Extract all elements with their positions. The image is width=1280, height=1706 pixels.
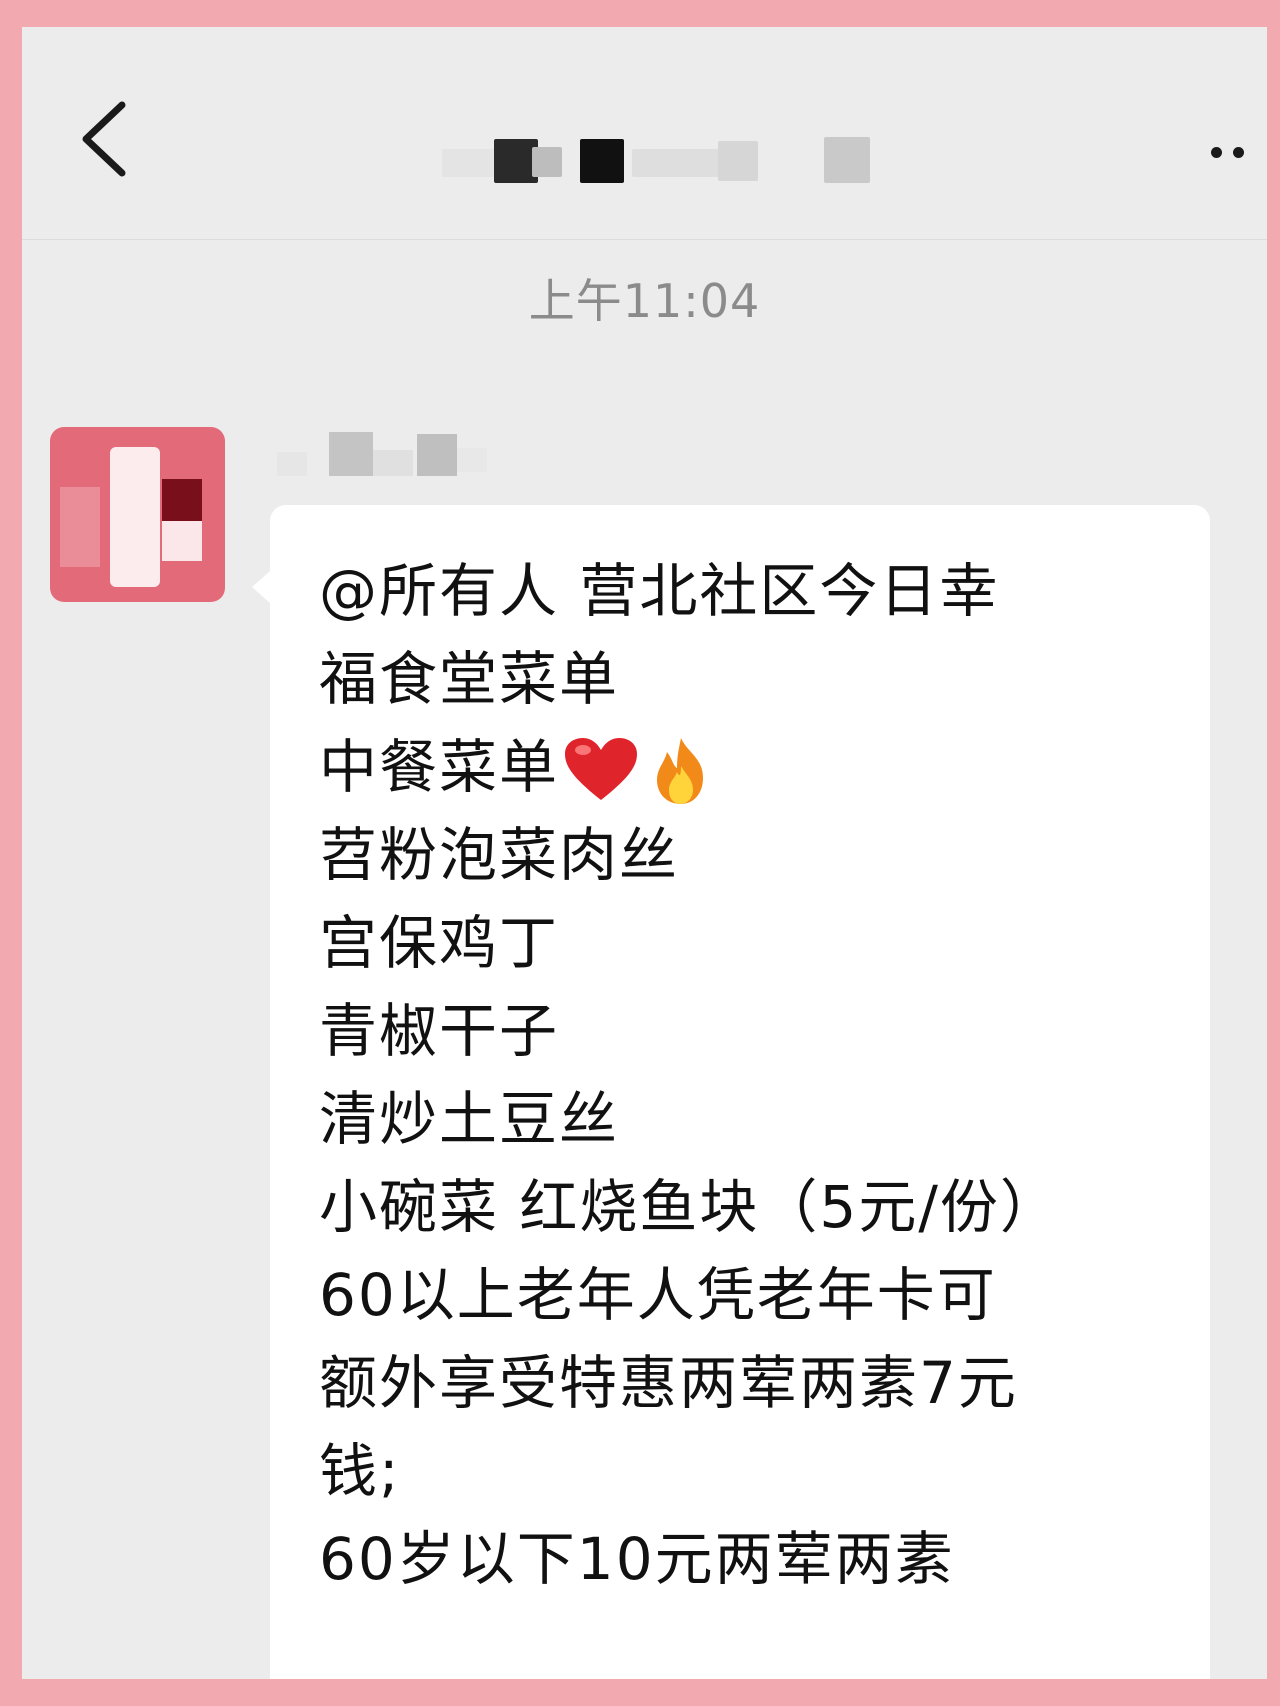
sender-avatar[interactable]	[50, 427, 225, 602]
message-timestamp: 上午11:04	[528, 274, 761, 328]
chat-title-redacted	[442, 119, 952, 199]
message-line: @所有人 营北社区今日幸	[319, 557, 1000, 625]
message-line-with-emoji: 中餐菜单	[319, 723, 719, 811]
message-line-text: 中餐菜单	[319, 733, 560, 801]
message-line: 清炒土豆丝	[319, 1085, 620, 1153]
message-line: 60以上老年人凭老年卡可	[319, 1261, 997, 1329]
message-line: 额外享受特惠两荤两素7元	[319, 1349, 1018, 1417]
message-line: 宫保鸡丁	[319, 909, 560, 977]
chat-screen: 上午11:04 @所有人 营北社区今日幸 福食堂菜单 中餐菜单 苕粉泡菜肉丝 宫…	[22, 27, 1267, 1679]
chat-header	[22, 27, 1267, 240]
heart-emoji-icon	[565, 737, 638, 800]
message-line: 小碗菜 红烧鱼块（5元/份）	[319, 1173, 1060, 1241]
message-line: 福食堂菜单	[319, 645, 620, 713]
back-chevron-icon[interactable]	[70, 99, 140, 179]
sender-name-redacted	[277, 432, 517, 492]
fire-emoji-icon	[657, 737, 704, 804]
message-line: 苕粉泡菜肉丝	[319, 821, 680, 889]
message-line: 青椒干子	[319, 997, 560, 1065]
message-line: 60岁以下10元两荤两素	[319, 1525, 955, 1593]
more-dots-icon[interactable]	[1211, 147, 1267, 167]
message-bubble[interactable]: @所有人 营北社区今日幸 福食堂菜单 中餐菜单 苕粉泡菜肉丝 宫保鸡丁 青椒干子…	[252, 505, 1210, 1679]
message-line: 钱;	[319, 1437, 401, 1505]
